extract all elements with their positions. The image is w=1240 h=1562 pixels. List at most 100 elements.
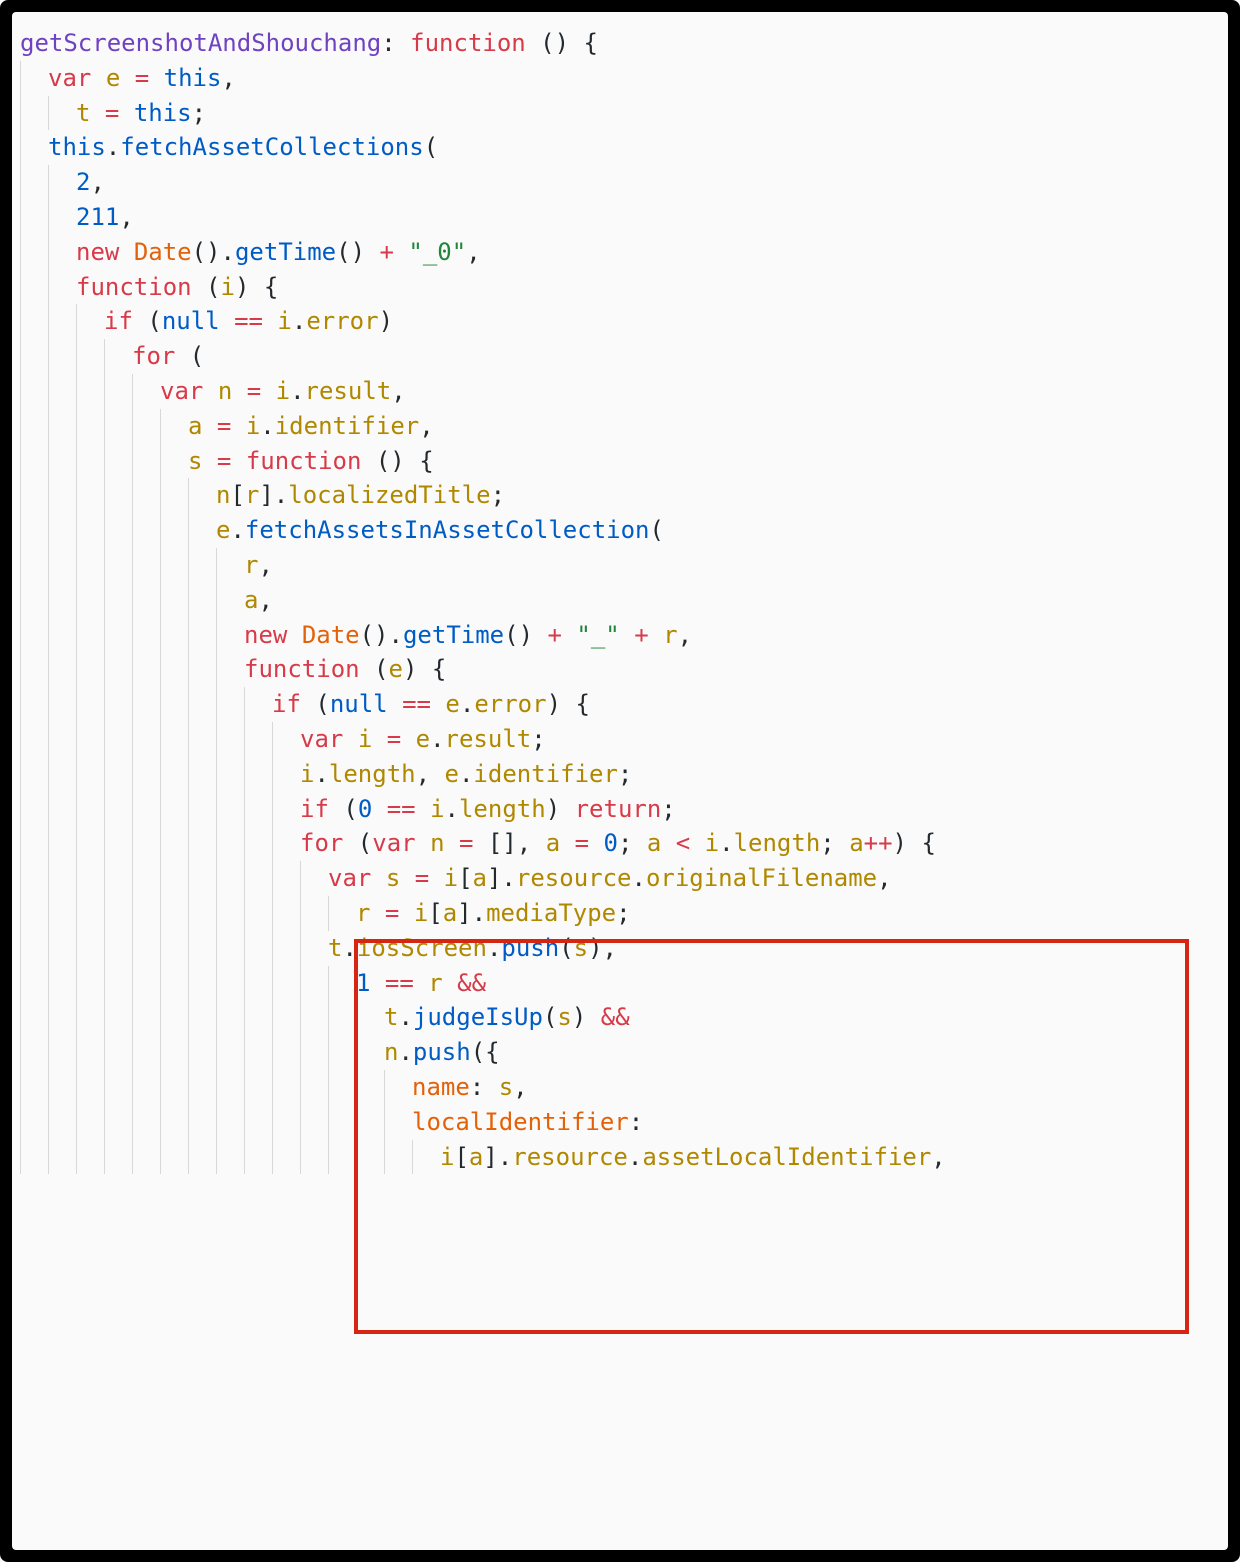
code-token: ( bbox=[360, 655, 389, 683]
code-token: , bbox=[221, 64, 235, 92]
code-line: new Date().getTime() + "_0", bbox=[20, 235, 1220, 270]
code-token: n bbox=[384, 1038, 398, 1066]
code-token: = bbox=[217, 412, 231, 440]
code-token: ( bbox=[543, 1003, 557, 1031]
code-line: if (null == e.error) { bbox=[20, 687, 1220, 722]
code-token: push bbox=[501, 934, 559, 962]
code-token: , bbox=[513, 1073, 527, 1101]
code-token: var bbox=[372, 829, 415, 857]
code-token: ]. bbox=[483, 1143, 512, 1171]
code-token: = bbox=[575, 829, 589, 857]
code-token: ) { bbox=[893, 829, 936, 857]
editor-window: getScreenshotAndShouchang: function () {… bbox=[0, 0, 1240, 1562]
code-token bbox=[388, 690, 402, 718]
code-token: . bbox=[398, 1003, 412, 1031]
code-editor[interactable]: getScreenshotAndShouchang: function () {… bbox=[12, 12, 1228, 1550]
code-token: ({ bbox=[471, 1038, 500, 1066]
code-token: ; bbox=[661, 795, 675, 823]
code-token: = bbox=[385, 899, 399, 927]
code-token bbox=[414, 969, 428, 997]
code-token: = bbox=[387, 725, 401, 753]
code-token: ) { bbox=[403, 655, 446, 683]
code-token: a bbox=[473, 864, 487, 892]
code-token: ( bbox=[192, 273, 221, 301]
code-line: if (null == i.error) bbox=[20, 304, 1220, 339]
code-token bbox=[261, 377, 275, 405]
code-line: name: s, bbox=[20, 1070, 1220, 1105]
code-token: assetLocalIdentifier bbox=[642, 1143, 931, 1171]
code-token: : bbox=[629, 1108, 643, 1136]
code-token bbox=[220, 307, 234, 335]
code-line: getScreenshotAndShouchang: function () { bbox=[20, 26, 1220, 61]
code-token: ) bbox=[546, 795, 575, 823]
code-token: , bbox=[931, 1143, 945, 1171]
code-token: + bbox=[547, 621, 561, 649]
code-token bbox=[443, 969, 457, 997]
code-token: 0 bbox=[358, 795, 372, 823]
code-line: a = i.identifier, bbox=[20, 409, 1220, 444]
code-token: a bbox=[188, 412, 202, 440]
code-token: var bbox=[48, 64, 91, 92]
code-token: , bbox=[466, 238, 480, 266]
code-token: ; bbox=[820, 829, 849, 857]
code-token bbox=[90, 99, 104, 127]
code-token: n bbox=[430, 829, 444, 857]
code-token: : bbox=[381, 29, 410, 57]
code-token bbox=[149, 64, 163, 92]
code-token: localizedTitle bbox=[288, 481, 490, 509]
code-line: s = function () { bbox=[20, 444, 1220, 479]
code-token bbox=[371, 864, 385, 892]
code-token: ]. bbox=[259, 481, 288, 509]
code-token: a bbox=[546, 829, 560, 857]
code-token bbox=[120, 64, 134, 92]
code-token: 2 bbox=[76, 168, 90, 196]
code-token: s bbox=[499, 1073, 513, 1101]
code-token: i bbox=[444, 864, 458, 892]
code-token: = bbox=[459, 829, 473, 857]
code-token: ; bbox=[491, 481, 505, 509]
code-token: ( bbox=[329, 795, 358, 823]
code-token bbox=[202, 412, 216, 440]
code-token: . bbox=[292, 307, 306, 335]
code-token: . bbox=[631, 864, 645, 892]
code-token: length bbox=[459, 795, 546, 823]
code-token: s bbox=[386, 864, 400, 892]
code-token: i bbox=[300, 760, 314, 788]
code-token: if bbox=[104, 307, 133, 335]
code-token: , bbox=[419, 412, 433, 440]
code-token bbox=[649, 621, 663, 649]
code-token: fetchAssetsInAssetCollection bbox=[245, 516, 650, 544]
code-token: e bbox=[106, 64, 120, 92]
code-token: . bbox=[628, 1143, 642, 1171]
code-token: t bbox=[328, 934, 342, 962]
code-line: r = i[a].mediaType; bbox=[20, 896, 1220, 931]
code-token: i bbox=[414, 899, 428, 927]
code-token bbox=[429, 864, 443, 892]
code-token: new bbox=[244, 621, 287, 649]
code-line: 2, bbox=[20, 165, 1220, 200]
code-token: null bbox=[162, 307, 220, 335]
code-line: t = this; bbox=[20, 96, 1220, 131]
code-token: ++ bbox=[864, 829, 893, 857]
code-token: a bbox=[849, 829, 863, 857]
code-token: a bbox=[443, 899, 457, 927]
code-token: == bbox=[387, 795, 416, 823]
code-line: t.judgeIsUp(s) && bbox=[20, 1000, 1220, 1035]
code-token: == bbox=[234, 307, 263, 335]
code-token: () { bbox=[526, 29, 598, 57]
code-token bbox=[370, 969, 384, 997]
code-token: length bbox=[734, 829, 821, 857]
code-token: length bbox=[329, 760, 416, 788]
code-token: Date bbox=[302, 621, 360, 649]
code-token: , bbox=[90, 168, 104, 196]
code-token: 0 bbox=[604, 829, 618, 857]
code-token: , bbox=[877, 864, 891, 892]
code-token: e bbox=[216, 516, 230, 544]
code-token bbox=[445, 829, 459, 857]
code-token: identifier bbox=[275, 412, 420, 440]
code-token: + bbox=[379, 238, 393, 266]
code-token: ; bbox=[192, 99, 206, 127]
code-line: for (var n = [], a = 0; a < i.length; a+… bbox=[20, 826, 1220, 861]
code-token: . bbox=[445, 795, 459, 823]
code-token: var bbox=[160, 377, 203, 405]
